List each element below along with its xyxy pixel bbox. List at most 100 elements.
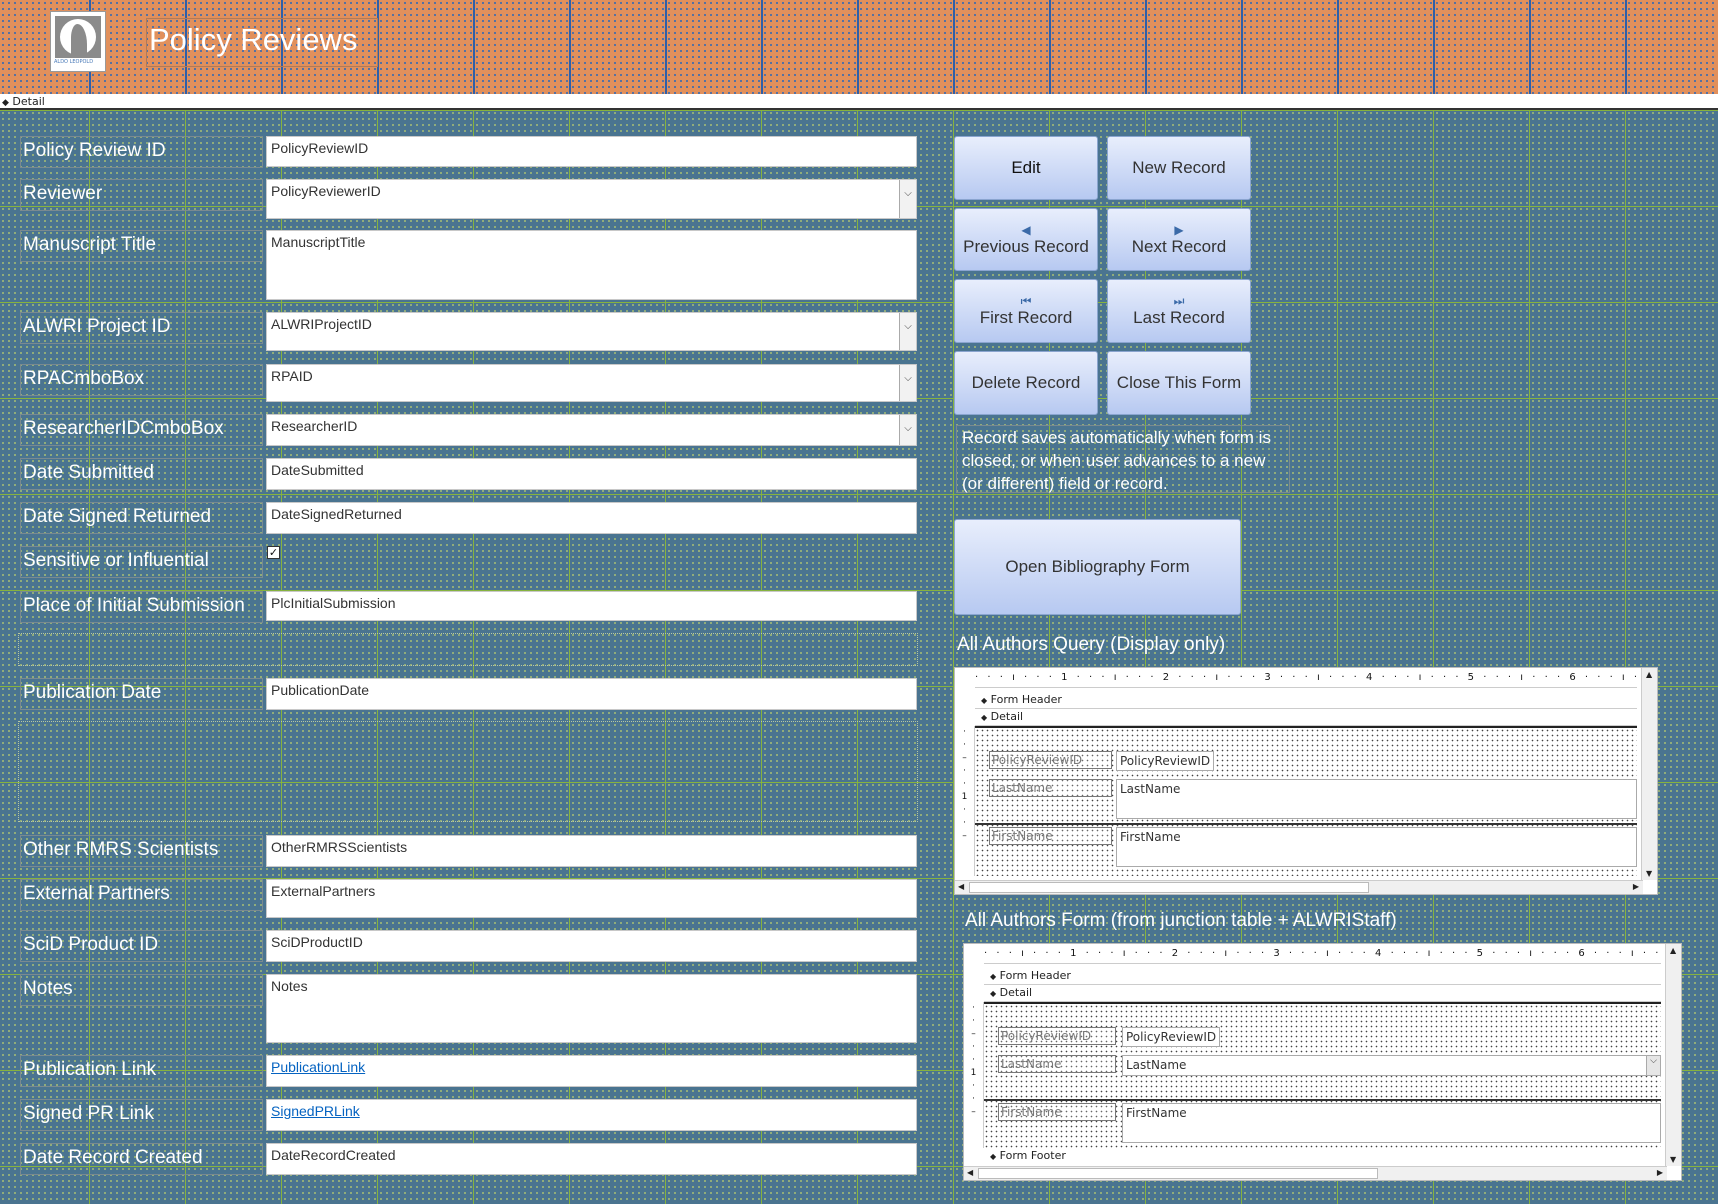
- subform-label: PolicyReviewID: [989, 751, 1112, 769]
- open-bibliography-label: Open Bibliography Form: [1005, 557, 1190, 576]
- form-header: ALDO LEOPOLD Policy Reviews: [0, 0, 1718, 94]
- label-date-signed-returned: Date Signed Returned: [20, 502, 263, 534]
- form-header-label: Form Header: [999, 969, 1071, 982]
- date-record-created-input[interactable]: DateRecordCreated: [266, 1143, 917, 1175]
- label-external-partners: External Partners: [20, 879, 263, 911]
- skip-last-icon: ⏭: [1173, 294, 1185, 308]
- detail-section-bar[interactable]: ◆ Detail: [0, 94, 1718, 110]
- reviewer-combobox[interactable]: PolicyReviewerID ⌵: [266, 179, 917, 219]
- close-form-label: Close This Form: [1116, 373, 1242, 392]
- last-name-combobox[interactable]: LastName ⌵: [1122, 1055, 1661, 1076]
- divider: [975, 823, 1637, 825]
- chevron-down-icon[interactable]: ⌵: [1646, 1056, 1660, 1075]
- policy-review-id-input[interactable]: PolicyReviewID: [266, 136, 917, 167]
- label-date-record-created: Date Record Created: [20, 1143, 263, 1175]
- vertical-scrollbar[interactable]: ▲ ▼: [1641, 668, 1657, 880]
- horizontal-scrollbar[interactable]: ◀ ▶: [955, 880, 1643, 894]
- manuscript-title-input[interactable]: ManuscriptTitle: [266, 230, 917, 300]
- date-submitted-input[interactable]: DateSubmitted: [266, 458, 917, 490]
- divider: [984, 1099, 1661, 1101]
- detail-section: Policy Review ID PolicyReviewID Reviewer…: [0, 110, 1718, 1204]
- label-policy-review-id: Policy Review ID: [20, 136, 263, 168]
- signed-pr-link-field: SignedPRLink: [266, 1099, 917, 1131]
- detail-bar: ◆ Detail: [984, 985, 1661, 1002]
- researcher-value: ResearcherID: [271, 418, 358, 434]
- next-record-label: Next Record: [1131, 236, 1227, 256]
- label-scid-product-id: SciD Product ID: [20, 930, 263, 962]
- chevron-down-icon[interactable]: ⌵: [899, 180, 916, 218]
- form-header-bar: ◆ Form Header: [975, 692, 1637, 709]
- detail-bar: ◆ Detail: [975, 709, 1637, 726]
- policy-review-id-field[interactable]: PolicyReviewID: [1116, 751, 1215, 771]
- subform-label: LastName: [989, 779, 1112, 797]
- section-label: Detail: [12, 95, 45, 108]
- last-name-field[interactable]: LastName: [1116, 779, 1637, 819]
- first-record-button[interactable]: ⏮ First Record: [954, 279, 1098, 343]
- policy-review-id-field[interactable]: PolicyReviewID: [1122, 1027, 1221, 1047]
- rpa-combobox[interactable]: RPAID ⌵: [266, 364, 917, 402]
- subform-label: PolicyReviewID: [998, 1027, 1116, 1045]
- label-researcher: ResearcherIDCmboBox: [20, 414, 263, 446]
- label-other-rmrs-scientists: Other RMRS Scientists: [20, 835, 263, 867]
- label-date-submitted: Date Submitted: [20, 458, 263, 490]
- delete-record-button[interactable]: Delete Record: [954, 351, 1098, 415]
- empty-control-area: [18, 721, 918, 822]
- label-signed-pr-link: Signed PR Link: [20, 1099, 263, 1131]
- vertical-ruler: · · – · · 1 · · –: [964, 1002, 984, 1148]
- edit-button[interactable]: Edit: [954, 136, 1098, 200]
- other-rmrs-scientists-input[interactable]: OtherRMRSScientists: [266, 835, 917, 867]
- vertical-ruler: · · – · · 1 · · –: [955, 726, 975, 876]
- sensitive-checkbox[interactable]: ✓: [267, 546, 280, 559]
- form-footer-label: Form Footer: [999, 1149, 1066, 1162]
- researcher-combobox[interactable]: ResearcherID ⌵: [266, 414, 917, 446]
- first-record-label: First Record: [979, 308, 1073, 327]
- form-header-bar: ◆ Form Header: [984, 968, 1661, 985]
- next-record-button[interactable]: ▶ Next Record: [1107, 208, 1251, 271]
- place-initial-submission-input[interactable]: PlcInitialSubmission: [266, 591, 917, 621]
- detail-grid: PolicyReviewID PolicyReviewID LastName ⌵ …: [984, 1002, 1661, 1148]
- detail-label: Detail: [990, 710, 1024, 723]
- scid-product-id-input[interactable]: SciDProductID: [266, 930, 917, 962]
- delete-record-label: Delete Record: [971, 373, 1081, 392]
- label-alwri-project-id: ALWRI Project ID: [20, 312, 263, 344]
- vertical-scrollbar[interactable]: ▲ ▼: [1665, 944, 1681, 1166]
- all-authors-query-subform[interactable]: · · · ı · · · 1 · · · ı · · · 2 · · · ı …: [954, 667, 1658, 895]
- chevron-down-icon[interactable]: ⌵: [899, 365, 916, 401]
- detail-label: Detail: [999, 986, 1033, 999]
- section-icon: ◆: [981, 696, 988, 705]
- previous-record-label: Previous Record: [963, 236, 1089, 256]
- label-sensitive: Sensitive or Influential: [20, 546, 263, 578]
- horizontal-scrollbar[interactable]: ◀ ▶: [964, 1166, 1667, 1180]
- label-publication-date: Publication Date: [20, 678, 263, 710]
- empty-control-area: [18, 633, 918, 666]
- new-record-button[interactable]: New Record: [1107, 136, 1251, 200]
- external-partners-input[interactable]: ExternalPartners: [266, 879, 917, 918]
- last-record-button[interactable]: ⏭ Last Record: [1107, 279, 1251, 343]
- first-name-field[interactable]: FirstName: [1122, 1103, 1661, 1143]
- horizontal-ruler: · · · ı · · · 1 · · · ı · · · 2 · · · ı …: [975, 670, 1637, 688]
- publication-link-field: PublicationLink: [266, 1055, 917, 1087]
- signed-pr-link[interactable]: SignedPRLink: [271, 1103, 360, 1119]
- all-authors-form-subform[interactable]: · · · ı · · · 1 · · · ı · · · 2 · · · ı …: [963, 943, 1682, 1181]
- section-icon: ◆: [990, 1152, 997, 1161]
- label-notes: Notes: [20, 974, 263, 1006]
- section-icon: ◆: [981, 713, 988, 722]
- first-name-field[interactable]: FirstName: [1116, 827, 1637, 867]
- chevron-down-icon[interactable]: ⌵: [899, 415, 916, 445]
- open-bibliography-button[interactable]: Open Bibliography Form: [954, 519, 1241, 615]
- autosave-note: Record saves automatically when form is …: [956, 425, 1290, 493]
- notes-input[interactable]: Notes: [266, 974, 917, 1043]
- publication-link[interactable]: PublicationLink: [271, 1059, 365, 1075]
- label-manuscript-title: Manuscript Title: [20, 230, 263, 262]
- alwri-project-combobox[interactable]: ALWRIProjectID ⌵: [266, 312, 917, 351]
- chevron-down-icon[interactable]: ⌵: [899, 313, 916, 350]
- publication-date-input[interactable]: PublicationDate: [266, 678, 917, 710]
- previous-record-button[interactable]: ◀ Previous Record: [954, 208, 1098, 271]
- label-rpa: RPACmboBox: [20, 364, 263, 396]
- edit-label: Edit: [1011, 158, 1041, 177]
- close-form-button[interactable]: Close This Form: [1107, 351, 1251, 415]
- reviewer-value: PolicyReviewerID: [271, 183, 381, 199]
- subform-label: LastName: [998, 1055, 1116, 1073]
- subform-label: FirstName: [989, 827, 1112, 845]
- date-signed-returned-input[interactable]: DateSignedReturned: [266, 502, 917, 534]
